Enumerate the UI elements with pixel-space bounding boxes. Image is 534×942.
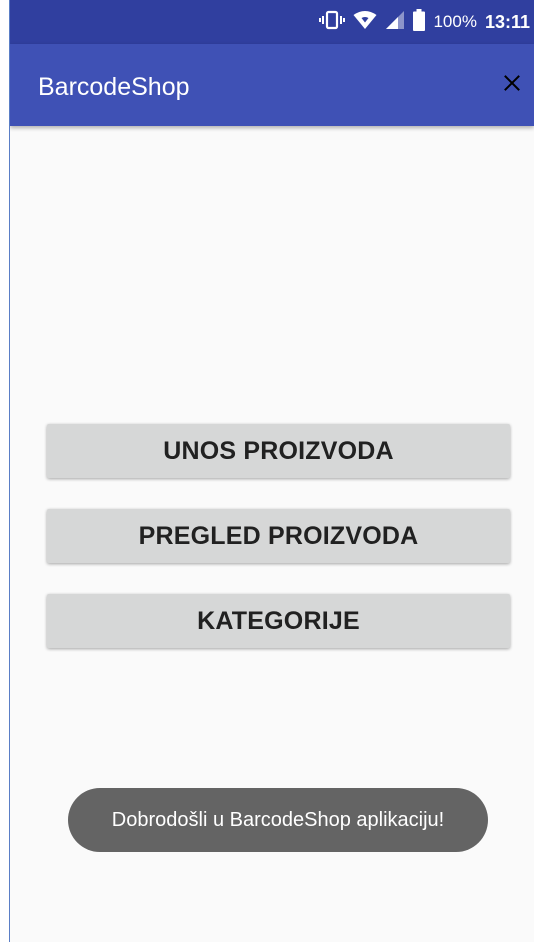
button-label: PREGLED PROIZVODA — [138, 521, 419, 550]
vibrate-icon — [319, 10, 346, 35]
status-bar: 100% 13:11 — [10, 0, 534, 44]
close-button[interactable] — [496, 69, 528, 101]
wifi-icon — [353, 10, 377, 35]
cell-signal-icon — [385, 10, 405, 35]
kategorije-button[interactable]: KATEGORIJE — [47, 594, 510, 648]
toast-message: Dobrodošli u BarcodeShop aplikaciju! — [111, 808, 445, 831]
button-label: KATEGORIJE — [197, 606, 360, 635]
status-icons: 100% 13:11 — [319, 0, 530, 44]
pregled-proizvoda-button[interactable]: PREGLED PROIZVODA — [47, 509, 510, 563]
welcome-toast: Dobrodošli u BarcodeShop aplikaciju! — [68, 788, 488, 852]
unos-proizvoda-button[interactable]: UNOS PROIZVODA — [47, 424, 510, 478]
battery-percent: 100% — [433, 12, 477, 31]
battery-icon — [413, 8, 426, 36]
app-bar: BarcodeShop — [10, 44, 534, 126]
button-label: UNOS PROIZVODA — [163, 436, 394, 465]
app-screen: 100% 13:11 BarcodeShop UNOS PROIZVODA PR… — [9, 0, 534, 942]
close-icon — [504, 74, 520, 96]
clock: 13:11 — [484, 11, 530, 32]
app-title: BarcodeShop — [38, 73, 190, 101]
